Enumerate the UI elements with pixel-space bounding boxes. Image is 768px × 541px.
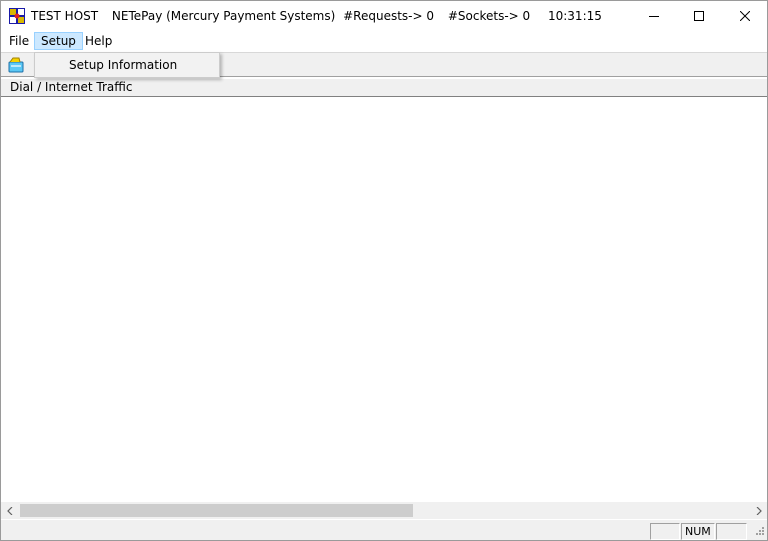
close-button[interactable]	[722, 1, 767, 31]
open-icon	[8, 57, 24, 73]
chevron-right-icon	[756, 506, 762, 515]
close-icon	[739, 11, 750, 21]
status-pane-3	[716, 523, 747, 540]
status-pane-1	[650, 523, 680, 540]
app-icon	[9, 8, 25, 24]
scroll-right-button[interactable]	[750, 502, 767, 519]
toolbar-open-button[interactable]	[6, 55, 28, 75]
minimize-button[interactable]	[631, 1, 676, 31]
menu-item-setup-information[interactable]: Setup Information	[37, 55, 217, 75]
clock-time: 10:31:15	[547, 9, 602, 23]
requests-counter: #Requests-> 0	[343, 9, 435, 23]
horizontal-scrollbar[interactable]	[1, 502, 767, 519]
resize-grip-icon[interactable]	[751, 524, 765, 538]
scroll-left-button[interactable]	[1, 502, 18, 519]
traffic-panel-header: Dial / Internet Traffic	[1, 79, 767, 97]
menu-file[interactable]: File	[3, 32, 35, 50]
menu-setup[interactable]: Setup	[34, 32, 83, 50]
sockets-counter: #Sockets-> 0	[447, 9, 531, 23]
status-num-lock: NUM	[681, 523, 715, 540]
minimize-icon	[648, 16, 659, 17]
maximize-icon	[693, 11, 704, 21]
scroll-thumb[interactable]	[20, 504, 413, 517]
window-subtitle: NETePay (Mercury Payment Systems)	[111, 9, 336, 23]
traffic-log-area[interactable]	[1, 97, 767, 502]
setup-dropdown-menu: Setup Information	[34, 52, 220, 78]
menu-item-label: Setup Information	[69, 58, 178, 72]
traffic-panel-title: Dial / Internet Traffic	[10, 80, 133, 94]
window-app-name: TEST HOST	[31, 9, 99, 23]
menu-bar: File Setup Help	[1, 31, 767, 51]
window-title: TEST HOST NETePay (Mercury Payment Syste…	[31, 9, 612, 23]
app-window: TEST HOST NETePay (Mercury Payment Syste…	[0, 0, 768, 541]
maximize-button[interactable]	[676, 1, 721, 31]
chevron-left-icon	[6, 506, 12, 515]
title-bar[interactable]: TEST HOST NETePay (Mercury Payment Syste…	[1, 1, 767, 31]
status-bar: NUM	[1, 520, 767, 540]
menu-help[interactable]: Help	[79, 32, 118, 50]
